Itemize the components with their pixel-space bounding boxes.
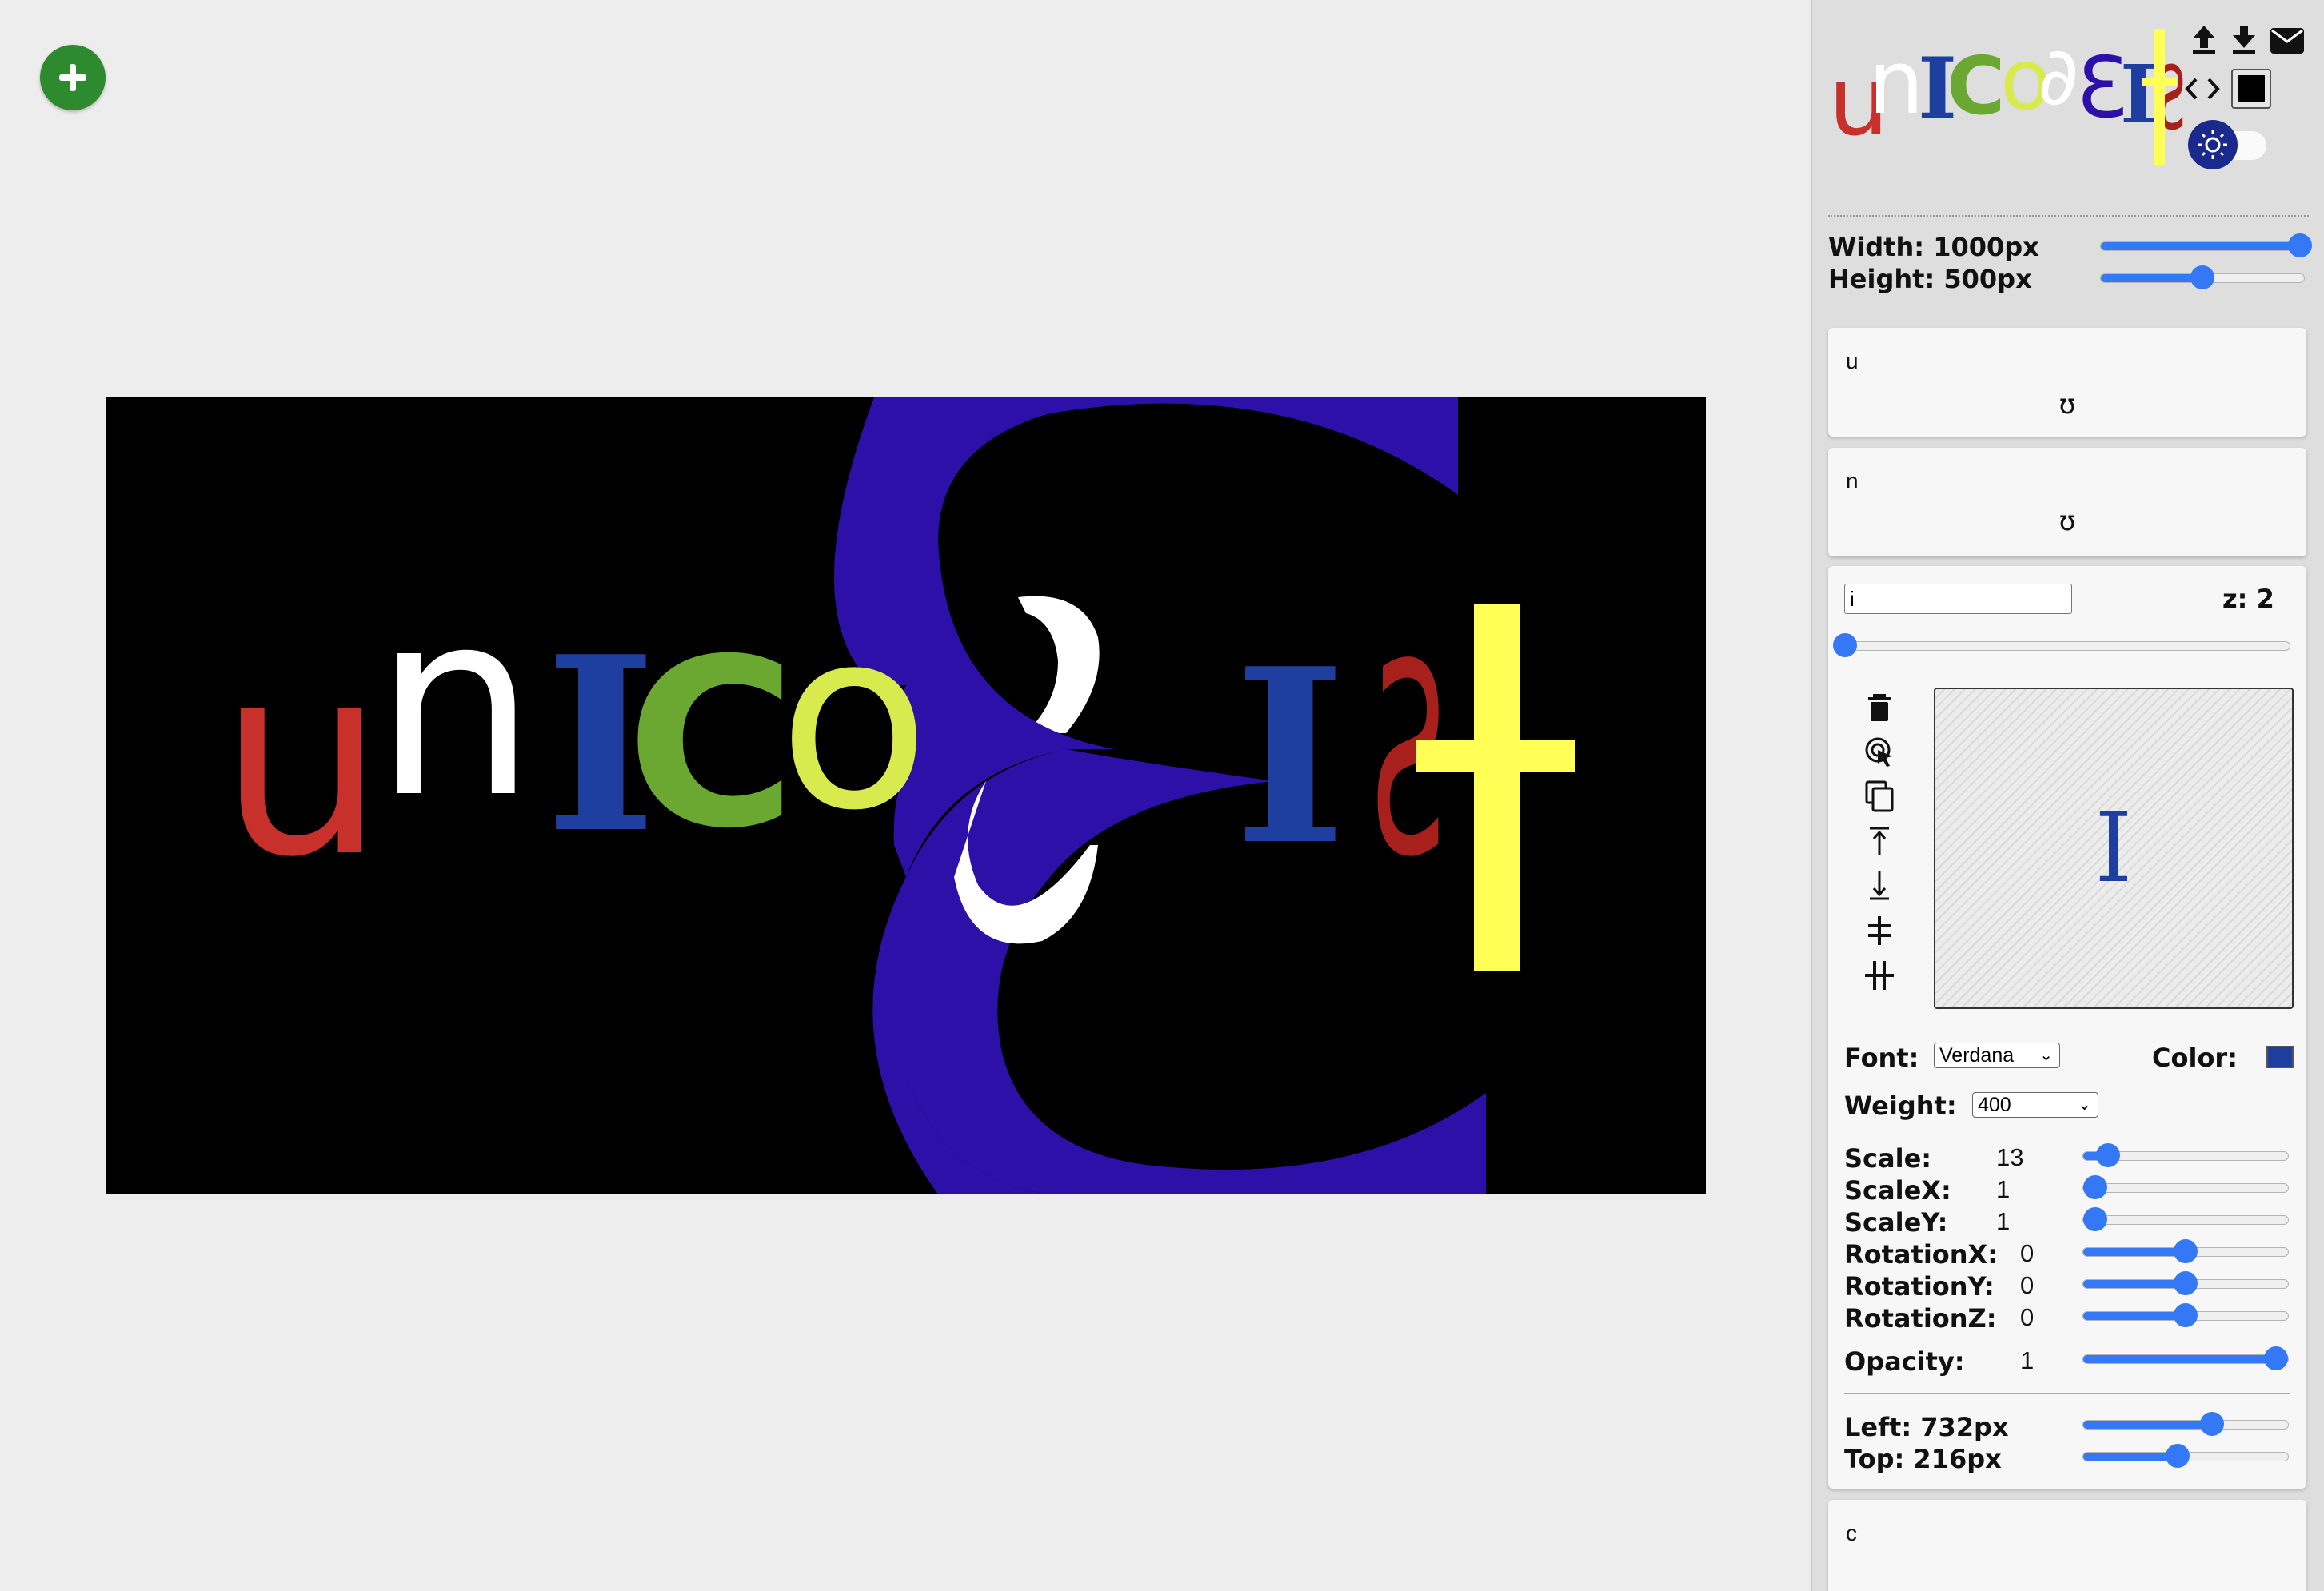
weight-select-value: 400 xyxy=(1978,1094,2011,1116)
canvas-glyph-t-bar xyxy=(1416,740,1575,772)
select-pointer-icon[interactable] xyxy=(1863,736,1895,768)
prop-slider[interactable] xyxy=(2082,1271,2289,1295)
layer-title: n xyxy=(1846,469,1859,493)
control-panel: u n I C o ∂ Ɛ I S Width: 1000px Height: … xyxy=(1811,0,2324,1591)
delete-icon[interactable] xyxy=(1863,691,1895,723)
canvas-glyph-I2[interactable]: I xyxy=(1234,637,1346,877)
chevron-down-icon: ⌄ xyxy=(2039,1047,2053,1064)
upload-icon[interactable] xyxy=(2190,24,2218,56)
download-icon[interactable] xyxy=(2230,24,2258,56)
logo-letter-I2: I xyxy=(2120,47,2158,142)
theme-toggle-knob xyxy=(2188,120,2238,169)
opacity-value: 1 xyxy=(2020,1346,2034,1374)
background-color-swatch[interactable] xyxy=(2231,69,2271,109)
prop-label: Scale: xyxy=(1844,1143,1932,1174)
weight-select[interactable]: 400 ⌄ xyxy=(1972,1092,2098,1118)
layer-card-c[interactable]: c xyxy=(1828,1500,2306,1591)
add-layer-button[interactable] xyxy=(40,45,106,110)
prop-label: RotationY: xyxy=(1844,1271,1995,1302)
layer-text-input[interactable] xyxy=(1844,584,2072,614)
theme-toggle[interactable] xyxy=(2188,120,2268,173)
logo-letter-t-bar xyxy=(2142,78,2177,86)
prop-slider[interactable] xyxy=(2082,1143,2289,1167)
left-label: Left: 732px xyxy=(1844,1412,2009,1442)
prop-value: 0 xyxy=(2020,1271,2034,1299)
logo-letter-C: C xyxy=(1947,39,2006,133)
top-label: Top: 216px xyxy=(1844,1444,2002,1474)
prop-value: 0 xyxy=(2020,1239,2034,1267)
prop-label: RotationX: xyxy=(1844,1239,1999,1270)
position-divider xyxy=(1844,1393,2290,1394)
prop-slider[interactable] xyxy=(2082,1303,2289,1327)
center-horizontal-icon[interactable] xyxy=(1863,915,1895,947)
glyph-preview-box: I xyxy=(1934,688,2294,1009)
width-label: Width: 1000px xyxy=(1828,232,2039,262)
mail-icon[interactable] xyxy=(2270,27,2305,54)
logo-letter-n: n xyxy=(1868,31,1924,134)
z-index-slider[interactable] xyxy=(1833,633,2290,657)
app-logo: u n I C o ∂ Ɛ I S xyxy=(1828,22,2186,174)
canvas-glyph-o[interactable]: o xyxy=(778,597,930,845)
layer-card-active: z: 2 I Font: Verdana xyxy=(1828,566,2306,1489)
canvas-glyph-u[interactable]: u xyxy=(218,629,385,893)
height-slider[interactable] xyxy=(2100,265,2305,289)
height-label: Height: 500px xyxy=(1828,264,2032,294)
opacity-label: Opacity: xyxy=(1844,1346,1965,1377)
layer-preview: ʊ xyxy=(2058,389,2076,421)
font-select-value: Verdana xyxy=(1939,1044,2015,1067)
color-label: Color: xyxy=(2152,1043,2238,1073)
duplicate-icon[interactable] xyxy=(1863,780,1895,812)
move-up-icon[interactable] xyxy=(1863,825,1895,857)
font-label: Font: xyxy=(1844,1043,1919,1073)
layer-card-n[interactable]: n ʊ xyxy=(1828,448,2306,556)
width-slider[interactable] xyxy=(2100,233,2312,257)
header-divider xyxy=(1828,215,2309,217)
code-icon[interactable] xyxy=(2185,77,2220,101)
left-slider[interactable] xyxy=(2082,1412,2289,1436)
prop-value: 1 xyxy=(1996,1175,2011,1203)
canvas-glyph-partial xyxy=(1018,596,1100,733)
canvas-glyph-n[interactable]: n xyxy=(374,577,537,833)
prop-label: RotationZ: xyxy=(1844,1303,1997,1334)
sun-icon xyxy=(2198,130,2227,159)
layer-card-u[interactable]: u ʊ xyxy=(1828,328,2306,437)
center-vertical-icon[interactable] xyxy=(1863,959,1895,991)
font-select[interactable]: Verdana ⌄ xyxy=(1934,1043,2060,1068)
prop-value: 1 xyxy=(1996,1207,2011,1235)
top-slider[interactable] xyxy=(2082,1444,2289,1468)
prop-slider[interactable] xyxy=(2082,1175,2289,1199)
prop-slider[interactable] xyxy=(2082,1239,2289,1263)
canvas-glyph-C[interactable]: C xyxy=(626,629,797,861)
logo-letter-partial: ∂ xyxy=(2038,30,2079,123)
canvas-glyph-t[interactable] xyxy=(1474,604,1520,971)
prop-label: ScaleY: xyxy=(1844,1207,1948,1238)
prop-slider[interactable] xyxy=(2082,1207,2289,1231)
z-index-label: z: 2 xyxy=(2222,584,2274,614)
weight-label: Weight: xyxy=(1844,1091,1957,1121)
prop-value: 13 xyxy=(1996,1143,2024,1171)
layer-title: u xyxy=(1846,349,1859,373)
glyph-preview: I xyxy=(2094,793,2133,904)
logo-letter-t xyxy=(2154,29,2165,165)
layer-preview: ʊ xyxy=(2058,505,2076,537)
chevron-down-icon: ⌄ xyxy=(2078,1096,2091,1114)
design-canvas[interactable]: u n I C o I S xyxy=(106,397,1706,1194)
prop-value: 0 xyxy=(2020,1303,2034,1331)
layer-title: c xyxy=(1846,1521,1857,1545)
move-down-icon[interactable] xyxy=(1863,870,1895,902)
opacity-slider[interactable] xyxy=(2082,1346,2289,1370)
prop-label: ScaleX: xyxy=(1844,1175,1951,1206)
color-swatch[interactable] xyxy=(2266,1046,2294,1068)
